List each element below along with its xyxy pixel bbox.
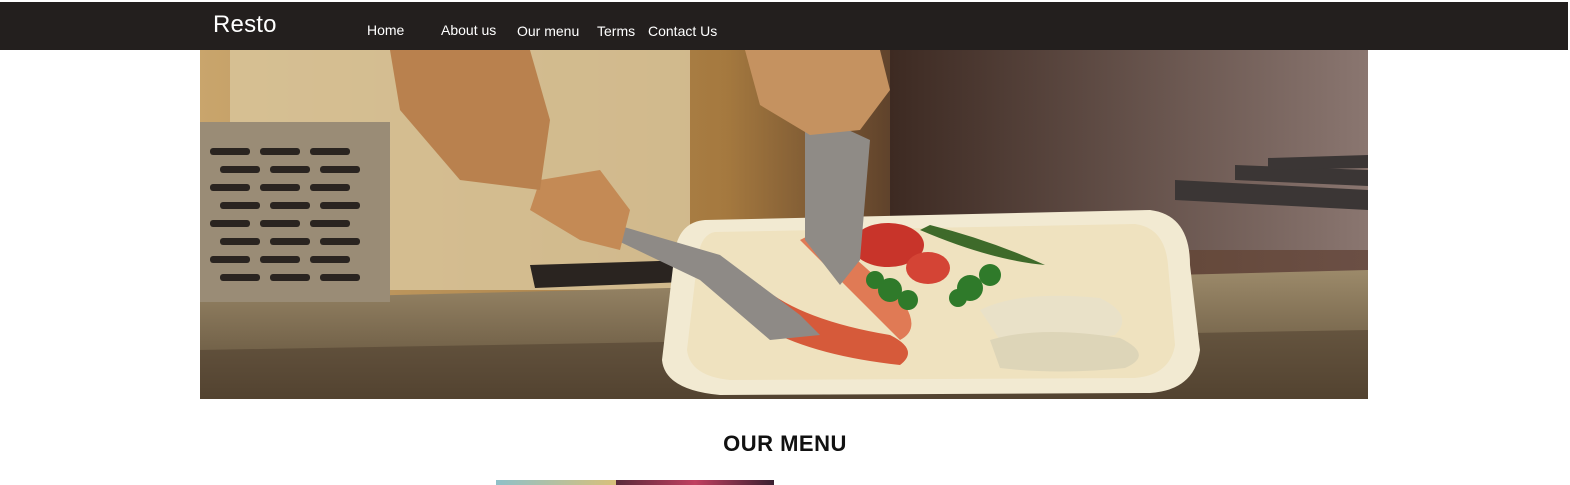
nav-link-home[interactable]: Home — [367, 21, 404, 39]
section-title-our-menu: OUR MENU — [723, 431, 847, 456]
menu-card-image-right — [616, 480, 774, 485]
hero-image — [200, 50, 1368, 399]
menu-item-card-image[interactable] — [496, 480, 774, 485]
nav-link-menu[interactable]: Our menu — [517, 22, 579, 40]
brand-logo[interactable]: Resto — [213, 11, 277, 39]
navbar: Resto Home About us Our menu Terms Conta… — [0, 2, 1568, 50]
nav-link-contact[interactable]: Contact Us — [648, 22, 717, 40]
nav-link-terms[interactable]: Terms — [597, 22, 635, 40]
menu-card-image-left — [496, 480, 616, 485]
hero-illustration — [200, 50, 1368, 399]
nav-link-about[interactable]: About us — [441, 21, 496, 39]
page: Resto Home About us Our menu Terms Conta… — [0, 0, 1570, 485]
